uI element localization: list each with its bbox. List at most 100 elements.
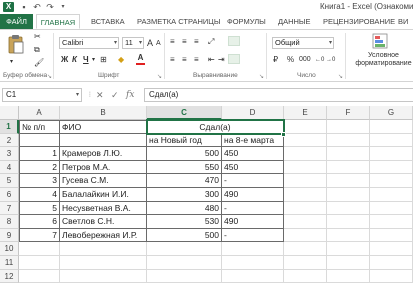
fill-color-icon[interactable]: ◆: [118, 55, 124, 65]
column-header-c[interactable]: C: [147, 106, 222, 120]
align-bottom-icon[interactable]: ≡: [194, 37, 199, 47]
row-header-7[interactable]: 7: [0, 201, 19, 216]
cell-e9[interactable]: [284, 228, 327, 243]
cell-e3[interactable]: [284, 147, 327, 161]
row-header-2[interactable]: 2: [0, 133, 19, 148]
align-right-icon[interactable]: ≡: [194, 55, 199, 65]
increase-indent-icon[interactable]: ⇥: [218, 55, 225, 65]
fill-handle[interactable]: [281, 131, 286, 137]
cell-b10[interactable]: [60, 242, 147, 256]
cell-d9[interactable]: -: [222, 228, 284, 243]
paste-icon[interactable]: [8, 34, 24, 54]
column-header-e[interactable]: E: [284, 106, 327, 120]
wrap-text-icon[interactable]: [228, 36, 240, 46]
name-box[interactable]: C1 ▾: [2, 88, 82, 102]
cell-g11[interactable]: [370, 256, 413, 270]
cell-f6[interactable]: [327, 188, 370, 202]
cell-e10[interactable]: [284, 242, 327, 256]
row-header-4[interactable]: 4: [0, 160, 19, 175]
redo-icon[interactable]: ↷: [44, 2, 56, 12]
cell-f9[interactable]: [327, 228, 370, 243]
tab-page-layout[interactable]: РАЗМЕТКА СТРАНИЦЫ: [137, 14, 220, 29]
cell-f4[interactable]: [327, 160, 370, 175]
cell-a7[interactable]: 5: [19, 201, 60, 216]
row-header-8[interactable]: 8: [0, 215, 19, 229]
enter-icon[interactable]: ✓: [111, 89, 119, 101]
cell-b9[interactable]: Левобережная И.Р.: [60, 228, 147, 243]
cell-f11[interactable]: [327, 256, 370, 270]
cut-icon[interactable]: ✂: [34, 32, 41, 42]
cell-a11[interactable]: [19, 256, 60, 270]
cell-e8[interactable]: [284, 215, 327, 229]
cell-a2[interactable]: [19, 133, 60, 148]
row-header-10[interactable]: 10: [0, 242, 19, 256]
number-format-combo[interactable]: Общий ▾: [272, 37, 334, 49]
cell-g12[interactable]: [370, 269, 413, 283]
cell-d6[interactable]: 490: [222, 188, 284, 202]
tab-home[interactable]: ГЛАВНАЯ: [36, 14, 80, 29]
cell-d2[interactable]: на 8-е марта: [222, 133, 284, 148]
select-all-corner[interactable]: [0, 106, 19, 120]
tab-view[interactable]: ВИ: [398, 14, 408, 29]
tab-data[interactable]: ДАННЫЕ: [278, 14, 311, 29]
cell-e7[interactable]: [284, 201, 327, 216]
cell-a12[interactable]: [19, 269, 60, 283]
underline-dropdown-icon[interactable]: ▾: [92, 55, 95, 65]
cell-c1[interactable]: Сдал(а): [147, 120, 284, 134]
cell-e4[interactable]: [284, 160, 327, 175]
cell-g3[interactable]: [370, 147, 413, 161]
comma-style-icon[interactable]: 000: [299, 55, 311, 65]
cell-e11[interactable]: [284, 256, 327, 270]
conditional-format-line2[interactable]: форматирование: [354, 60, 413, 68]
cell-a8[interactable]: 6: [19, 215, 60, 229]
grow-font-button[interactable]: A: [147, 38, 153, 48]
cell-d12[interactable]: [222, 269, 284, 283]
decrease-decimal-icon[interactable]: →0: [326, 55, 335, 65]
cell-f1[interactable]: [327, 120, 370, 134]
cell-b11[interactable]: [60, 256, 147, 270]
bold-button[interactable]: Ж: [61, 55, 68, 65]
orientation-icon[interactable]: ⤢: [208, 37, 214, 47]
undo-icon[interactable]: ↶: [31, 2, 43, 12]
cell-g2[interactable]: [370, 133, 413, 148]
column-header-g[interactable]: G: [370, 106, 413, 120]
cell-g1[interactable]: [370, 120, 413, 134]
font-launcher-icon[interactable]: ↘: [157, 73, 162, 80]
column-header-f[interactable]: F: [327, 106, 370, 120]
cell-e12[interactable]: [284, 269, 327, 283]
paste-dropdown-icon[interactable]: ▾: [10, 57, 13, 67]
cell-a5[interactable]: 3: [19, 174, 60, 188]
customize-qat-icon[interactable]: ▾: [57, 2, 69, 12]
align-middle-icon[interactable]: ≡: [182, 37, 187, 47]
merge-center-icon[interactable]: [228, 54, 240, 64]
cell-c10[interactable]: [147, 242, 222, 256]
row-header-3[interactable]: 3: [0, 147, 19, 161]
cell-f12[interactable]: [327, 269, 370, 283]
cell-d11[interactable]: [222, 256, 284, 270]
cell-c12[interactable]: [147, 269, 222, 283]
cell-e5[interactable]: [284, 174, 327, 188]
align-left-icon[interactable]: ≡: [170, 55, 175, 65]
cell-a6[interactable]: 4: [19, 188, 60, 202]
cell-c11[interactable]: [147, 256, 222, 270]
cell-e6[interactable]: [284, 188, 327, 202]
cell-d7[interactable]: -: [222, 201, 284, 216]
formula-input[interactable]: Сдал(а): [144, 88, 413, 102]
cell-b5[interactable]: Гусева С.М.: [60, 174, 147, 188]
borders-icon[interactable]: ⊞: [100, 55, 107, 65]
cell-d4[interactable]: 450: [222, 160, 284, 175]
tab-insert[interactable]: ВСТАВКА: [91, 14, 125, 29]
cell-b12[interactable]: [60, 269, 147, 283]
currency-icon[interactable]: ₽: [273, 55, 278, 65]
cell-b7[interactable]: Несуsветная В.А.: [60, 201, 147, 216]
cell-b4[interactable]: Петров М.А.: [60, 160, 147, 175]
tab-formulas[interactable]: ФОРМУЛЫ: [227, 14, 266, 29]
cell-f7[interactable]: [327, 201, 370, 216]
conditional-formatting-icon[interactable]: [372, 33, 388, 49]
font-color-button[interactable]: A: [136, 53, 145, 65]
row-header-6[interactable]: 6: [0, 188, 19, 202]
cell-f10[interactable]: [327, 242, 370, 256]
cell-c7[interactable]: 480: [147, 201, 222, 216]
row-header-12[interactable]: 12: [0, 269, 19, 283]
cell-c9[interactable]: 500: [147, 228, 222, 243]
